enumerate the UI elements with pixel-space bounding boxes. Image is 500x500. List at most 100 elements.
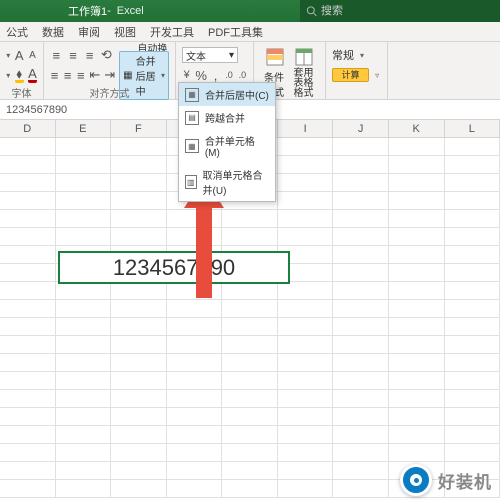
cell[interactable]: [333, 426, 389, 443]
indent-increase-icon[interactable]: ⇥: [104, 67, 115, 83]
cell[interactable]: [0, 138, 56, 155]
cell[interactable]: [278, 210, 334, 227]
cell[interactable]: [389, 318, 445, 335]
cell[interactable]: [222, 300, 278, 317]
cell[interactable]: [56, 318, 112, 335]
cell[interactable]: [56, 372, 112, 389]
cell[interactable]: [111, 210, 167, 227]
cell[interactable]: [389, 444, 445, 461]
cell[interactable]: [222, 282, 278, 299]
tab-formulas[interactable]: 公式: [6, 24, 28, 40]
cell[interactable]: [389, 264, 445, 281]
cell[interactable]: [56, 228, 112, 245]
col-header[interactable]: F: [111, 120, 167, 137]
cell[interactable]: [56, 426, 112, 443]
fill-color-icon[interactable]: ⬧: [15, 67, 24, 83]
cell[interactable]: [222, 318, 278, 335]
cell[interactable]: [222, 444, 278, 461]
cell[interactable]: [389, 282, 445, 299]
cell[interactable]: [111, 444, 167, 461]
cell[interactable]: [222, 426, 278, 443]
cell[interactable]: [0, 444, 56, 461]
cell[interactable]: [111, 390, 167, 407]
cell[interactable]: [278, 426, 334, 443]
cell[interactable]: [333, 228, 389, 245]
cell[interactable]: [0, 192, 56, 209]
cell[interactable]: [0, 174, 56, 191]
tab-data[interactable]: 数据: [42, 24, 64, 40]
cell[interactable]: [56, 300, 112, 317]
cell[interactable]: [333, 174, 389, 191]
cell[interactable]: [167, 210, 223, 227]
indent-decrease-icon[interactable]: ⇤: [89, 67, 100, 83]
cell[interactable]: [0, 354, 56, 371]
font-size-down-icon[interactable]: A: [28, 47, 37, 63]
cell[interactable]: [333, 156, 389, 173]
cell[interactable]: [445, 426, 500, 443]
cell[interactable]: [167, 372, 223, 389]
currency-icon[interactable]: ¥: [182, 67, 191, 83]
cell[interactable]: [222, 408, 278, 425]
cell[interactable]: [445, 174, 500, 191]
cell[interactable]: [167, 336, 223, 353]
font-color-icon[interactable]: A: [28, 67, 37, 83]
cell[interactable]: [0, 246, 56, 263]
cell[interactable]: [333, 264, 389, 281]
cell[interactable]: [445, 192, 500, 209]
cell[interactable]: [222, 354, 278, 371]
cell[interactable]: [278, 390, 334, 407]
cell[interactable]: [389, 300, 445, 317]
chevron-down-icon[interactable]: ▾: [161, 70, 165, 80]
cell[interactable]: [0, 282, 56, 299]
cell[interactable]: [445, 336, 500, 353]
cell[interactable]: [278, 336, 334, 353]
cell[interactable]: [389, 228, 445, 245]
cell[interactable]: [278, 318, 334, 335]
cell[interactable]: [222, 480, 278, 497]
cell[interactable]: [445, 156, 500, 173]
cell[interactable]: [111, 462, 167, 479]
cell[interactable]: [445, 246, 500, 263]
chevron-down-icon[interactable]: ▾: [6, 50, 11, 60]
decimal-increase-icon[interactable]: .0: [224, 67, 233, 83]
merge-across-item[interactable]: ▤跨越合并: [179, 106, 275, 129]
cell[interactable]: [389, 426, 445, 443]
cell[interactable]: [167, 408, 223, 425]
cell[interactable]: [333, 354, 389, 371]
tab-developer[interactable]: 开发工具: [150, 24, 194, 40]
cell[interactable]: [0, 480, 56, 497]
cell[interactable]: [278, 408, 334, 425]
cell[interactable]: [333, 210, 389, 227]
decimal-decrease-icon[interactable]: .0: [238, 67, 247, 83]
merge-cells-item[interactable]: ▦合并单元格(M): [179, 129, 275, 163]
cell[interactable]: [111, 174, 167, 191]
cell[interactable]: [111, 336, 167, 353]
cell[interactable]: [56, 462, 112, 479]
cell[interactable]: [333, 480, 389, 497]
chevron-down-icon[interactable]: ▾: [6, 70, 11, 80]
cell[interactable]: [389, 210, 445, 227]
cell[interactable]: [56, 156, 112, 173]
cell[interactable]: [111, 480, 167, 497]
align-right-icon[interactable]: ≡: [76, 67, 85, 83]
cell[interactable]: [278, 156, 334, 173]
cell[interactable]: [0, 264, 56, 281]
cell[interactable]: [333, 300, 389, 317]
cell[interactable]: [167, 462, 223, 479]
cell[interactable]: [278, 192, 334, 209]
cell[interactable]: [222, 336, 278, 353]
cell[interactable]: [389, 192, 445, 209]
col-header[interactable]: J: [333, 120, 389, 137]
align-middle-icon[interactable]: ≡: [67, 47, 80, 63]
cell[interactable]: [445, 444, 500, 461]
cell[interactable]: [333, 336, 389, 353]
col-header[interactable]: D: [0, 120, 56, 137]
cell[interactable]: [0, 210, 56, 227]
merge-center-item[interactable]: ▦合并后居中(C): [179, 83, 275, 106]
tab-view[interactable]: 视图: [114, 24, 136, 40]
cell[interactable]: [333, 372, 389, 389]
cell[interactable]: [0, 228, 56, 245]
cell[interactable]: [389, 354, 445, 371]
cell[interactable]: [278, 300, 334, 317]
comma-icon[interactable]: ,: [211, 67, 220, 83]
